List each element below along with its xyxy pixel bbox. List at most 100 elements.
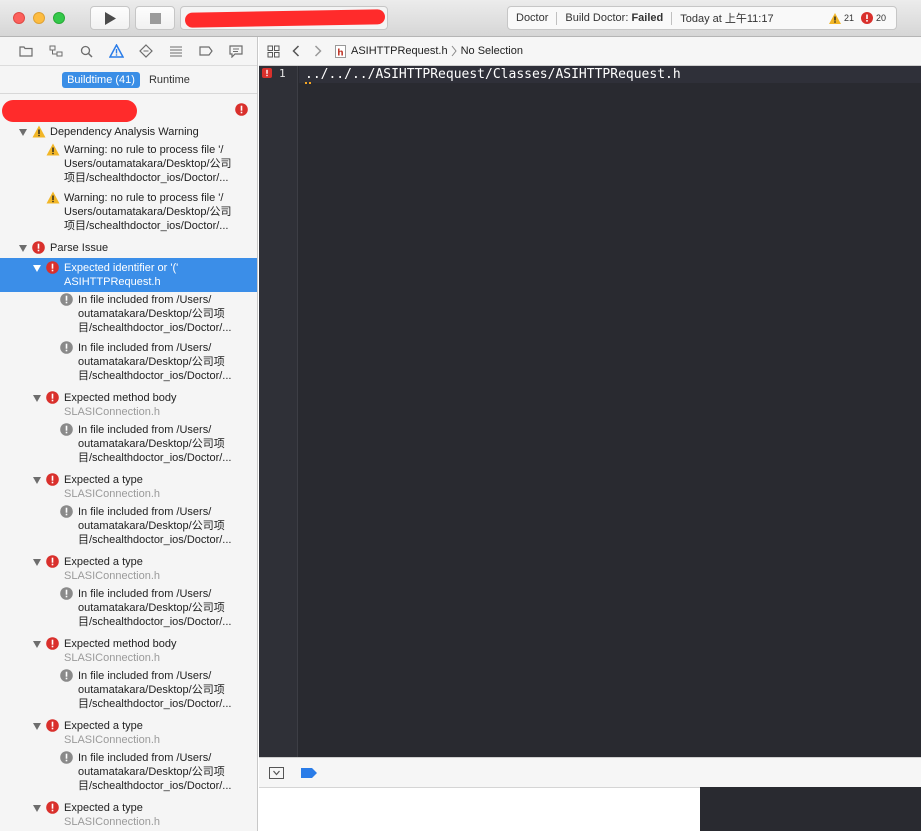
issue-note-text: In file included from /Users/ [78, 294, 212, 306]
build-status-value: Failed [631, 12, 664, 24]
back-button[interactable] [292, 45, 300, 57]
issue-note-text: In file included from /Users/ [78, 752, 212, 764]
chevron-down-icon [33, 264, 41, 272]
issue-item[interactable]: Warning: no rule to process file '/ Users… [0, 190, 257, 238]
issue-note-text: outamatakara/Desktop/公司项 [78, 438, 225, 450]
issue-note[interactable]: In file included from /Users/outamatakar… [0, 504, 257, 552]
error-icon [46, 719, 59, 732]
disclosure-triangle[interactable] [32, 639, 42, 649]
activity-view[interactable]: Doctor Build Doctor: Failed Today at 上午1… [507, 6, 897, 30]
disclosure-triangle[interactable] [32, 393, 42, 403]
chevron-down-icon [33, 558, 41, 566]
issue-badges[interactable]: 21 20 [828, 12, 896, 24]
forward-button[interactable] [314, 45, 322, 57]
stop-icon [149, 12, 161, 24]
issue-icon-wrap [46, 143, 60, 156]
activity-target: Doctor [516, 12, 549, 24]
issue-note[interactable]: In file included from /Users/outamatakar… [0, 750, 257, 798]
disclosure-triangle[interactable] [32, 803, 42, 813]
issue-item[interactable]: Expected a type SLASIConnection.h [0, 716, 257, 750]
issue-item[interactable]: Expected a type SLASIConnection.h [0, 798, 257, 831]
buildtime-filter-button[interactable]: Buildtime (41) [62, 71, 140, 88]
disclosure-triangle[interactable] [18, 127, 28, 137]
project-navigator-tab[interactable] [11, 40, 41, 62]
code-line[interactable]: ../../../ASIHTTPRequest/Classes/ASIHTTPR… [305, 67, 681, 82]
issue-item[interactable]: Warning: no rule to process file '/ Users… [0, 142, 257, 190]
warning-count: 21 [843, 13, 854, 23]
issue-group-header[interactable]: Dependency Analysis Warning [0, 122, 257, 142]
issue-item[interactable]: Expected a type SLASIConnection.h [0, 552, 257, 586]
issue-note-text: outamatakara/Desktop/公司项 [78, 602, 225, 614]
breakpoint-navigator-tab[interactable] [191, 40, 221, 62]
breakpoints-toggle-button[interactable] [301, 767, 317, 778]
error-icon[interactable] [262, 68, 272, 78]
issue-item-text: 项目/schealthdoctor_ios/Doctor/... [64, 172, 229, 184]
build-time: Today at 上午11:17 [680, 13, 774, 25]
report-navigator-tab[interactable] [221, 40, 251, 62]
disclosure-triangle[interactable] [18, 243, 28, 253]
issue-icon-wrap [32, 241, 45, 254]
chevron-left-icon [292, 45, 300, 57]
runtime-filter-button[interactable]: Runtime [144, 72, 195, 88]
issue-icon-wrap [32, 125, 46, 138]
disclosure-triangle[interactable] [32, 475, 42, 485]
source-editor[interactable]: 1 ../../../ASIHTTPRequest/Classes/ASIHTT… [259, 66, 921, 757]
issue-navigator-tab[interactable] [101, 40, 131, 62]
window-toolbar: Doctor Build Doctor: Failed Today at 上午1… [0, 0, 921, 37]
minimize-window-button[interactable] [33, 12, 45, 24]
issue-item[interactable]: Expected method body SLASIConnection.h [0, 388, 257, 422]
source-control-tab[interactable] [41, 40, 71, 62]
issue-group-header[interactable]: Parse Issue [0, 238, 257, 258]
variables-view [259, 787, 700, 831]
error-icon [46, 801, 59, 814]
close-window-button[interactable] [13, 12, 25, 24]
issue-title: Expected identifier or '(' [64, 262, 179, 274]
issue-note[interactable]: In file included from /Users/outamatakar… [0, 422, 257, 470]
warning-icon [32, 125, 46, 138]
scheme-selector[interactable] [180, 6, 388, 30]
debug-navigator-tab[interactable] [161, 40, 191, 62]
chevron-down-icon [33, 804, 41, 812]
disclosure-triangle[interactable] [32, 721, 42, 731]
error-icon [860, 12, 873, 24]
zoom-window-button[interactable] [53, 12, 65, 24]
issue-title: Expected method body [64, 638, 177, 650]
issue-item[interactable]: Expected method body SLASIConnection.h [0, 634, 257, 668]
error-icon [235, 103, 248, 116]
related-items-button[interactable] [267, 45, 280, 58]
issue-item[interactable]: Expected identifier or '(' ASIHTTPRequest… [0, 258, 257, 292]
disclosure-triangle[interactable] [32, 557, 42, 567]
issue-note-text: 目/schealthdoctor_ios/Doctor/... [78, 698, 232, 710]
console-view[interactable] [700, 787, 921, 831]
stop-button[interactable] [135, 6, 175, 30]
hide-debug-area-button[interactable] [269, 766, 284, 779]
issue-icon-wrap [60, 587, 73, 600]
issue-title: Expected a type [64, 802, 143, 814]
note-icon [60, 669, 73, 682]
issue-item[interactable]: Expected a type SLASIConnection.h [0, 470, 257, 504]
issue-note-text: outamatakara/Desktop/公司项 [78, 520, 225, 532]
issue-note[interactable]: In file included from /Users/outamatakar… [0, 340, 257, 388]
chevron-down-icon [33, 640, 41, 648]
error-icon [32, 241, 45, 254]
issue-icon-wrap [60, 293, 73, 306]
issue-note[interactable]: In file included from /Users/outamatakar… [0, 668, 257, 716]
issue-note-text: 目/schealthdoctor_ios/Doctor/... [78, 534, 232, 546]
find-navigator-tab[interactable] [71, 40, 101, 62]
jump-file-item[interactable]: h ASIHTTPRequest.h [335, 44, 448, 58]
note-icon [60, 341, 73, 354]
test-navigator-tab[interactable] [131, 40, 161, 62]
disclosure-triangle[interactable] [32, 263, 42, 273]
jump-selection-item[interactable]: No Selection [461, 45, 523, 57]
issue-file: SLASIConnection.h [64, 734, 161, 746]
run-button[interactable] [90, 6, 130, 30]
note-icon [60, 751, 73, 764]
issue-note[interactable]: In file included from /Users/outamatakar… [0, 292, 257, 340]
issue-note-text: In file included from /Users/ [78, 424, 212, 436]
issue-note[interactable]: In file included from /Users/outamatakar… [0, 586, 257, 634]
chevron-down-icon [19, 128, 27, 136]
issue-file: SLASIConnection.h [64, 652, 161, 664]
note-icon [60, 505, 73, 518]
issue-note-text: 目/schealthdoctor_ios/Doctor/... [78, 452, 232, 464]
build-status: Build Doctor: Failed [557, 12, 671, 24]
